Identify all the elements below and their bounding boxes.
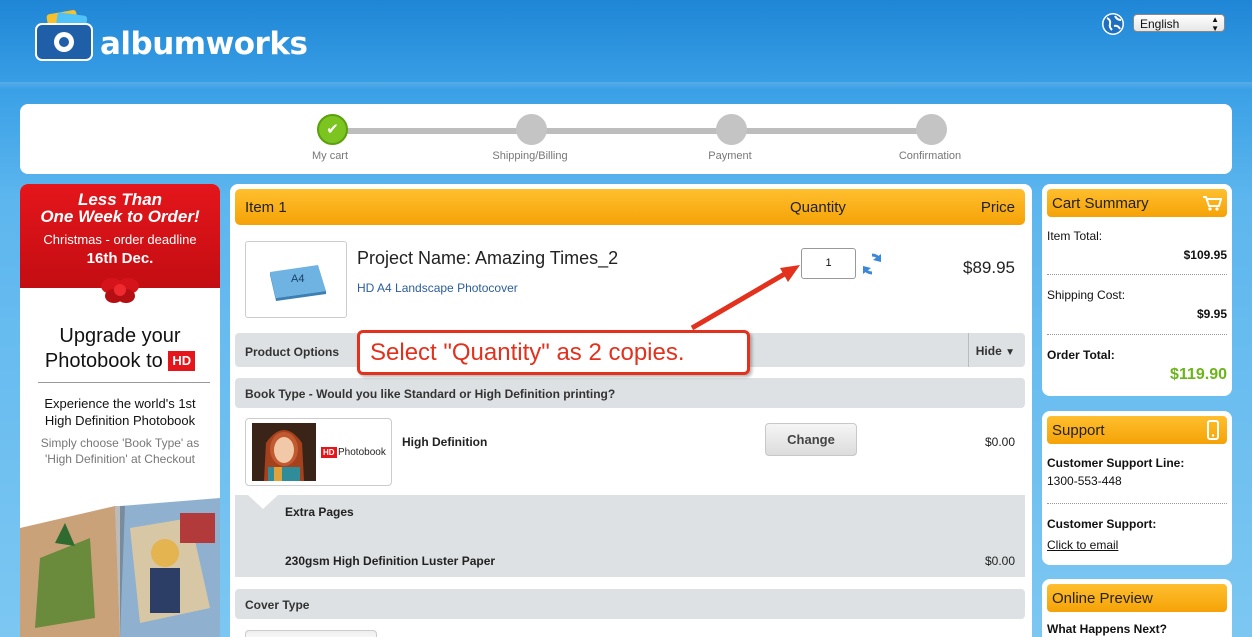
thumb-label: A4: [291, 273, 305, 285]
hide-label: Hide: [975, 344, 1002, 358]
experience-line-1: Experience the world's 1st: [44, 396, 196, 411]
cart-summary-title: Cart Summary: [1052, 195, 1149, 212]
experience-text: Experience the world's 1st High Definiti…: [20, 395, 220, 429]
summary-divider-1: [1047, 274, 1227, 275]
logo-text: albumworks: [100, 26, 308, 62]
online-preview-header: Online Preview: [1047, 584, 1227, 612]
summary-divider-2: [1047, 334, 1227, 335]
cover-type-label: Cover Type: [245, 598, 310, 612]
language-select[interactable]: English ▲ ▼: [1133, 14, 1225, 33]
phone-icon: [1207, 420, 1219, 440]
upgrade-line-1: Upgrade your: [59, 325, 181, 347]
book-type-question: Book Type - Would you like Standard or H…: [245, 387, 616, 401]
item-total-label: Item Total:: [1047, 229, 1103, 243]
project-subtitle: HD A4 Landscape Photocover: [357, 281, 518, 295]
gift-bow-icon: [101, 278, 139, 303]
item-header-bar: Item 1 Quantity Price: [235, 189, 1025, 225]
project-name: Project Name: Amazing Times_2: [357, 248, 619, 268]
change-book-type-button[interactable]: Change: [765, 423, 857, 456]
upgrade-heading: Upgrade your Photobook to HD: [20, 324, 220, 374]
extra-pages-notch: [248, 495, 278, 509]
book-type-bar: Book Type - Would you like Standard or H…: [235, 378, 1025, 408]
globe-icon: [1102, 13, 1124, 35]
step-dot-payment: [716, 114, 747, 145]
progress-track: [333, 128, 933, 134]
cart-item-panel: Item 1 Quantity Price A4 Project Name: A…: [230, 184, 1032, 637]
banner-divider: [38, 382, 210, 383]
upgrade-line-2-wrap: Photobook to HD: [20, 349, 220, 374]
support-phone: 1300-553-448: [1047, 474, 1122, 488]
banner-line-3: Christmas - order deadline: [43, 232, 197, 247]
step-dot-shipping: [516, 114, 547, 145]
hide-options-button[interactable]: Hide ▼: [976, 344, 1015, 358]
hd-badge: HD: [168, 351, 196, 371]
banner-line-4: 16th Dec.: [86, 250, 154, 267]
upgrade-line-2: Photobook to: [44, 350, 163, 372]
product-thumbnail[interactable]: A4: [245, 241, 347, 318]
shipping-cost-value: $9.95: [1196, 307, 1227, 321]
step-label-shipping: Shipping/Billing: [492, 150, 568, 162]
cart-summary-header: Cart Summary: [1047, 189, 1227, 217]
experience-line-2: High Definition Photobook: [44, 413, 196, 428]
item-total-value: $109.95: [1183, 248, 1227, 262]
header-divider: [0, 82, 1252, 90]
product-options-label: Product Options: [245, 345, 339, 359]
hide-arrow-icon: ▼: [1005, 347, 1015, 358]
support-line-label: Customer Support Line:: [1047, 456, 1185, 470]
simply-choose-text: Simply choose 'Book Type' as 'High Defin…: [20, 435, 220, 467]
online-preview-box: Online Preview What Happens Next?: [1042, 579, 1232, 637]
albumworks-logo[interactable]: albumworks: [34, 8, 314, 72]
hd-promo-banner[interactable]: Less Than One Week to Order! Christmas -…: [20, 184, 220, 637]
support-box: Support Customer Support Line: 1300-553-…: [1042, 411, 1232, 565]
hide-separator: [968, 333, 969, 367]
cart-summary-box: Cart Summary Item Total: $109.95 Shippin…: [1042, 184, 1232, 396]
cover-type-bar: Cover Type: [235, 589, 1025, 619]
shipping-cost-label: Shipping Cost:: [1047, 288, 1126, 302]
book-type-price: $0.00: [984, 435, 1015, 449]
checkout-progress: ✔ My cart Shipping/Billing Payment Confi…: [20, 104, 1232, 174]
banner-line-2: One Week to Order!: [40, 207, 200, 226]
step-dot-confirmation: [916, 114, 947, 145]
support-title: Support: [1052, 422, 1105, 439]
order-total-label: Order Total:: [1047, 348, 1115, 362]
instruction-callout: Select "Quantity" as 2 copies.: [357, 330, 750, 375]
step-label-confirmation: Confirmation: [898, 150, 962, 162]
quantity-header: Quantity: [790, 199, 846, 216]
paper-price: $0.00: [984, 554, 1015, 568]
cart-icon: [1203, 196, 1222, 211]
paper-row: [235, 527, 1025, 577]
simply-line-1: Simply choose 'Book Type' as: [40, 436, 200, 450]
support-divider: [1047, 503, 1227, 504]
photobook-image: [20, 498, 220, 637]
price-header: Price: [980, 199, 1015, 216]
email-link[interactable]: Click to email: [1047, 538, 1118, 552]
item-price: $89.95: [963, 258, 1015, 277]
order-total-value: $119.90: [1170, 366, 1227, 383]
step-label-payment: Payment: [708, 150, 752, 162]
hd-photobook-thumbnail: HD Photobook: [245, 418, 392, 486]
hd-thumb-badge: HD: [321, 447, 337, 458]
paper-label: 230gsm High Definition Luster Paper: [285, 554, 496, 568]
hd-thumb-label: Photobook: [338, 447, 386, 458]
language-value: English: [1140, 17, 1180, 31]
select-arrows-icon: ▲ ▼: [1211, 15, 1219, 33]
extra-pages-label: Extra Pages: [285, 505, 354, 519]
refresh-icon[interactable]: [860, 252, 884, 276]
customer-support-label: Customer Support:: [1047, 517, 1157, 531]
cover-type-thumbnail: [245, 630, 377, 637]
logo-icon: [35, 10, 93, 61]
hd-portrait-image: [252, 423, 316, 481]
online-preview-title: Online Preview: [1052, 590, 1153, 607]
what-happens-next: What Happens Next?: [1047, 622, 1168, 636]
simply-line-2: 'High Definition' at Checkout: [45, 452, 195, 466]
callout-arrow-icon: [690, 265, 800, 331]
support-header: Support: [1047, 416, 1227, 444]
book-type-value: High Definition: [402, 435, 488, 449]
step-label-my-cart: My cart: [311, 150, 349, 162]
step-done-check-icon: ✔: [317, 114, 348, 145]
item-label: Item 1: [245, 199, 287, 216]
